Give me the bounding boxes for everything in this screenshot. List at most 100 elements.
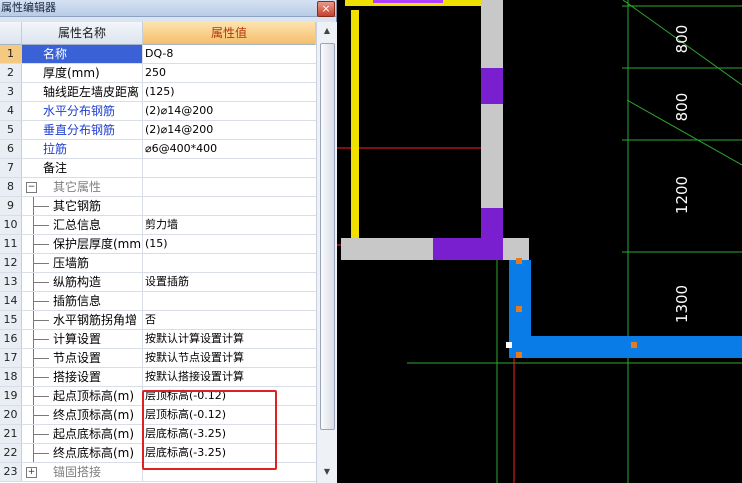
property-value-cell[interactable]: (125) xyxy=(143,83,316,101)
property-name-cell[interactable]: + 锚固搭接 xyxy=(22,463,143,481)
window-title: 属性编辑器 xyxy=(1,1,56,14)
vertical-scrollbar[interactable]: ▲ ▼ xyxy=(316,22,337,483)
property-value-cell[interactable] xyxy=(143,197,316,215)
property-name-cell[interactable]: 轴线距左墙皮距离 xyxy=(22,83,143,101)
property-name-cell[interactable]: 垂直分布钢筋 xyxy=(22,121,143,139)
row-number: 22 xyxy=(0,444,22,462)
property-row[interactable]: 10 汇总信息 剪力墙 xyxy=(0,216,316,235)
property-row[interactable]: 3 轴线距左墙皮距离 (125) xyxy=(0,83,316,102)
property-name-cell[interactable]: 纵筋构造 xyxy=(22,273,143,291)
property-value-cell[interactable]: 250 xyxy=(143,64,316,82)
row-number: 8 xyxy=(0,178,22,196)
row-number: 15 xyxy=(0,311,22,329)
property-value-cell[interactable]: 按默认节点设置计算 xyxy=(143,349,316,367)
property-name: 终点底标高(m) xyxy=(53,446,135,460)
property-name-cell[interactable]: 终点顶标高(m) xyxy=(22,406,143,424)
property-row[interactable]: 4 水平分布钢筋 (2)⌀14@200 xyxy=(0,102,316,121)
property-name: 计算设置 xyxy=(53,332,102,346)
property-value-cell[interactable]: DQ-8 xyxy=(143,45,316,63)
property-row[interactable]: 5 垂直分布钢筋 (2)⌀14@200 xyxy=(0,121,316,140)
property-name-cell[interactable]: 插筋信息 xyxy=(22,292,143,310)
row-number: 23 xyxy=(0,463,22,481)
property-value-cell[interactable]: ⌀6@400*400 xyxy=(143,140,316,158)
scrollbar-thumb[interactable] xyxy=(320,43,335,430)
orange-marker xyxy=(631,342,637,348)
property-value-cell[interactable]: 设置插筋 xyxy=(143,273,316,291)
property-name: 保护层厚度(mm) xyxy=(53,237,143,251)
property-name-cell[interactable]: − 其它属性 xyxy=(22,178,143,196)
property-row[interactable]: 16 计算设置 按默认计算设置计算 xyxy=(0,330,316,349)
property-row[interactable]: 7 备注 xyxy=(0,159,316,178)
property-name-cell[interactable]: 水平钢筋拐角增 xyxy=(22,311,143,329)
property-name-cell[interactable]: 名称 xyxy=(22,45,143,63)
row-number: 17 xyxy=(0,349,22,367)
property-value-cell[interactable] xyxy=(143,292,316,310)
property-value-cell[interactable]: 按默认搭接设置计算 xyxy=(143,368,316,386)
property-row[interactable]: 13 纵筋构造 设置插筋 xyxy=(0,273,316,292)
property-name-cell[interactable]: 水平分布钢筋 xyxy=(22,102,143,120)
property-name: 终点顶标高(m) xyxy=(53,408,135,422)
dimension-label: 1300 xyxy=(673,284,691,324)
property-name-cell[interactable]: 压墙筋 xyxy=(22,254,143,272)
property-name: 其它钢筋 xyxy=(53,199,102,213)
property-name-cell[interactable]: 备注 xyxy=(22,159,143,177)
property-value-cell[interactable] xyxy=(143,178,316,196)
property-name-cell[interactable]: 拉筋 xyxy=(22,140,143,158)
property-name-cell[interactable]: 搭接设置 xyxy=(22,368,143,386)
property-row[interactable]: 14 插筋信息 xyxy=(0,292,316,311)
property-name-cell[interactable]: 节点设置 xyxy=(22,349,143,367)
property-value-cell[interactable] xyxy=(143,254,316,272)
property-name-cell[interactable]: 计算设置 xyxy=(22,330,143,348)
row-number: 21 xyxy=(0,425,22,443)
row-number: 7 xyxy=(0,159,22,177)
row-number: 3 xyxy=(0,83,22,101)
property-name: 水平钢筋拐角增 xyxy=(53,313,138,327)
header-property-value[interactable]: 属性值 xyxy=(143,22,316,45)
expand-icon[interactable]: + xyxy=(26,467,37,478)
property-name: 汇总信息 xyxy=(53,218,102,232)
property-name-cell[interactable]: 起点底标高(m) xyxy=(22,425,143,443)
row-number: 14 xyxy=(0,292,22,310)
collapse-icon[interactable]: − xyxy=(26,182,37,193)
header-property-name[interactable]: 属性名称 xyxy=(22,22,143,45)
property-value-cell[interactable]: 剪力墙 xyxy=(143,216,316,234)
row-number: 19 xyxy=(0,387,22,405)
property-value-cell[interactable] xyxy=(143,159,316,177)
property-row[interactable]: 6 拉筋 ⌀6@400*400 xyxy=(0,140,316,159)
scroll-up-arrow-icon[interactable]: ▲ xyxy=(320,24,334,38)
property-name: 起点顶标高(m) xyxy=(53,389,135,403)
property-row[interactable]: 11 保护层厚度(mm) (15) xyxy=(0,235,316,254)
property-row[interactable]: 18 搭接设置 按默认搭接设置计算 xyxy=(0,368,316,387)
property-row[interactable]: 17 节点设置 按默认节点设置计算 xyxy=(0,349,316,368)
property-name-cell[interactable]: 其它钢筋 xyxy=(22,197,143,215)
property-name: 厚度(mm) xyxy=(43,66,100,80)
property-value-cell[interactable]: 按默认计算设置计算 xyxy=(143,330,316,348)
property-row[interactable]: 2 厚度(mm) 250 xyxy=(0,64,316,83)
property-name: 拉筋 xyxy=(43,142,68,156)
property-name-cell[interactable]: 起点顶标高(m) xyxy=(22,387,143,405)
property-value-cell[interactable]: 否 xyxy=(143,311,316,329)
property-row[interactable]: 15 水平钢筋拐角增否 xyxy=(0,311,316,330)
property-name-cell[interactable]: 保护层厚度(mm) xyxy=(22,235,143,253)
property-name: 名称 xyxy=(43,47,68,61)
property-name-cell[interactable]: 汇总信息 xyxy=(22,216,143,234)
row-number: 9 xyxy=(0,197,22,215)
property-row[interactable]: 1 名称 DQ-8 xyxy=(0,45,316,64)
property-row[interactable]: 9 其它钢筋 xyxy=(0,197,316,216)
property-name: 垂直分布钢筋 xyxy=(43,123,116,137)
property-name-cell[interactable]: 厚度(mm) xyxy=(22,64,143,82)
property-value-cell[interactable]: (2)⌀14@200 xyxy=(143,121,316,139)
scroll-down-arrow-icon[interactable]: ▼ xyxy=(320,465,334,479)
property-value-cell[interactable]: (2)⌀14@200 xyxy=(143,102,316,120)
close-button[interactable]: × xyxy=(317,1,335,17)
property-name: 压墙筋 xyxy=(53,256,90,270)
property-name: 轴线距左墙皮距离 xyxy=(43,85,140,99)
property-row[interactable]: 12 压墙筋 xyxy=(0,254,316,273)
property-editor-panel: 属性编辑器 × 属性名称 属性值 1 名称 DQ-8 2 厚度(mm) 250 3 轴线距左墙… xyxy=(0,0,337,483)
property-name-cell[interactable]: 终点底标高(m) xyxy=(22,444,143,462)
row-number: 2 xyxy=(0,64,22,82)
row-number: 13 xyxy=(0,273,22,291)
drawing-canvas[interactable]: 800 800 1200 1300 xyxy=(337,0,742,483)
property-value-cell[interactable]: (15) xyxy=(143,235,316,253)
property-row[interactable]: 8− 其它属性 xyxy=(0,178,316,197)
